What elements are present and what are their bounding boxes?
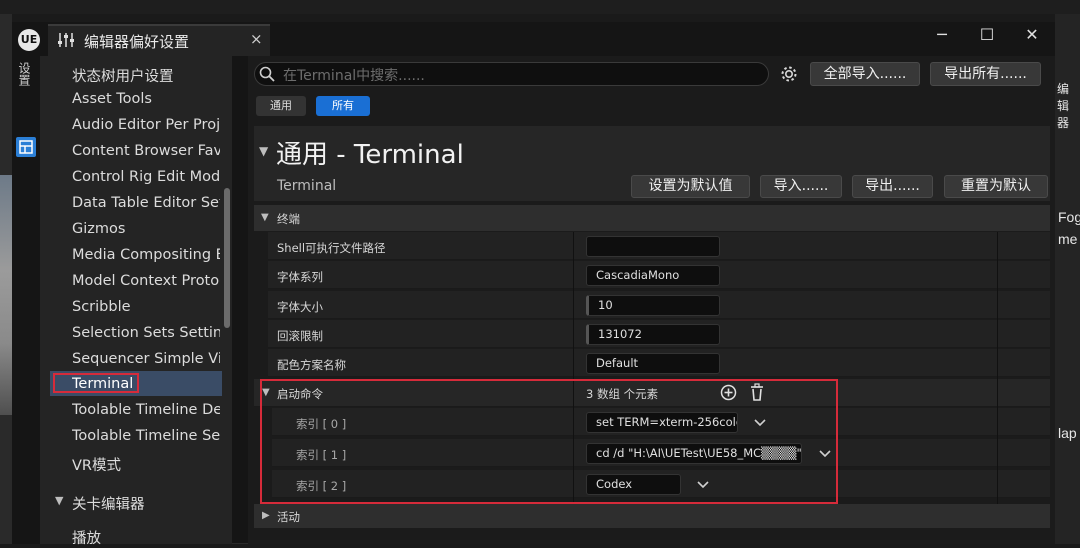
sidebar-item[interactable]: Asset Tools [72,91,220,107]
background-right-label: lap [1058,425,1077,441]
background-editor-toolbar [0,0,1080,14]
sidebar-item[interactable]: Content Browser Favor [72,143,220,159]
sidebar-item-terminal[interactable]: Terminal [72,376,220,392]
background-right-label: Fog [1058,209,1080,225]
sidebar-item[interactable]: Scribble [72,299,220,315]
category-label: 活动 [277,510,300,524]
property-label: Shell可执行文件路径 [277,241,386,255]
layout-icon[interactable] [16,137,36,157]
tab-title: 编辑器偏好设置 [84,33,190,51]
sidebar-item[interactable]: Toolable Timeline Sett [72,428,220,444]
sidebar-item[interactable]: Media Compositing Ed [72,247,220,263]
tab-close-icon[interactable]: × [250,30,263,48]
category-activity[interactable] [254,504,1050,528]
sidebar-item[interactable]: Gizmos [72,221,220,237]
collapse-arrow-icon[interactable]: ▼ [259,144,268,158]
color-scheme-input[interactable]: Default [586,353,720,374]
shell-path-input[interactable] [586,236,720,257]
gear-icon[interactable] [780,65,798,83]
export-all-button[interactable]: 导出所有...... [930,62,1041,86]
sidebar-item[interactable]: Sequencer Simple View [72,351,220,367]
property-label: 配色方案名称 [277,358,346,372]
font-size-input[interactable]: 10 [586,295,720,316]
sidebar-scrollbar[interactable] [224,188,230,328]
section-title: 通用 - Terminal [276,140,464,170]
sidebar-item[interactable]: Audio Editor Per Projec [72,117,220,133]
sidebar-item[interactable]: VR模式 [72,454,220,475]
sidebar-item[interactable]: Toolable Timeline Defa [72,402,220,418]
expand-arrow-icon[interactable]: ▶ [262,510,270,521]
minimize-icon[interactable]: ─ [927,25,957,44]
sidebar-item[interactable]: 状态树用户设置 [72,65,220,86]
sidebar-item[interactable]: 播放 [72,527,220,548]
sidebar-item[interactable]: Data Table Editor Setti [72,195,220,211]
background-viewport-scene [0,175,12,415]
property-label: 字体系列 [277,270,323,284]
sidebar-item[interactable]: Model Context Protoco [72,273,220,289]
font-family-input[interactable]: CascadiaMono [586,265,720,286]
maximize-icon[interactable]: ☐ [972,25,1002,44]
section-subtitle: Terminal [277,178,337,194]
filter-all-chip[interactable]: 所有 [316,96,370,116]
import-all-button[interactable]: 全部导入...... [810,62,920,86]
property-label: 回滚限制 [277,329,323,343]
filter-general-chip[interactable]: 通用 [256,96,306,116]
export-button[interactable]: 导出...... [852,175,933,198]
sidebar-item[interactable]: Selection Sets Settings [72,325,220,341]
category-terminal[interactable] [254,205,1050,231]
expand-arrow-icon[interactable]: ▼ [55,494,63,507]
scrollback-limit-input[interactable]: 131072 [586,324,720,345]
search-placeholder: 在Terminal中搜索...... [283,68,425,84]
startup-commands-highlight-box [260,379,838,504]
left-tool-strip [12,56,40,544]
background-right-label: me [1058,231,1078,247]
sliders-icon [58,33,74,47]
sidebar-group-level-editor[interactable]: 关卡编辑器 [72,493,220,514]
reset-default-button[interactable]: 重置为默认 [944,175,1048,198]
category-label: 终端 [277,212,300,226]
close-window-icon[interactable]: ✕ [1017,25,1047,44]
background-right-label: 编辑器 [1057,82,1070,130]
sidebar-item[interactable]: Control Rig Edit Mode [72,169,220,185]
search-icon [259,66,275,82]
column-divider [997,232,998,504]
property-label: 字体大小 [277,300,323,314]
settings-strip-label[interactable]: 设置 [17,62,33,86]
import-button[interactable]: 导入...... [760,175,842,198]
set-default-button[interactable]: 设置为默认值 [631,175,750,198]
expand-arrow-icon[interactable]: ▼ [261,212,269,223]
unreal-logo-icon: UE [18,29,40,51]
